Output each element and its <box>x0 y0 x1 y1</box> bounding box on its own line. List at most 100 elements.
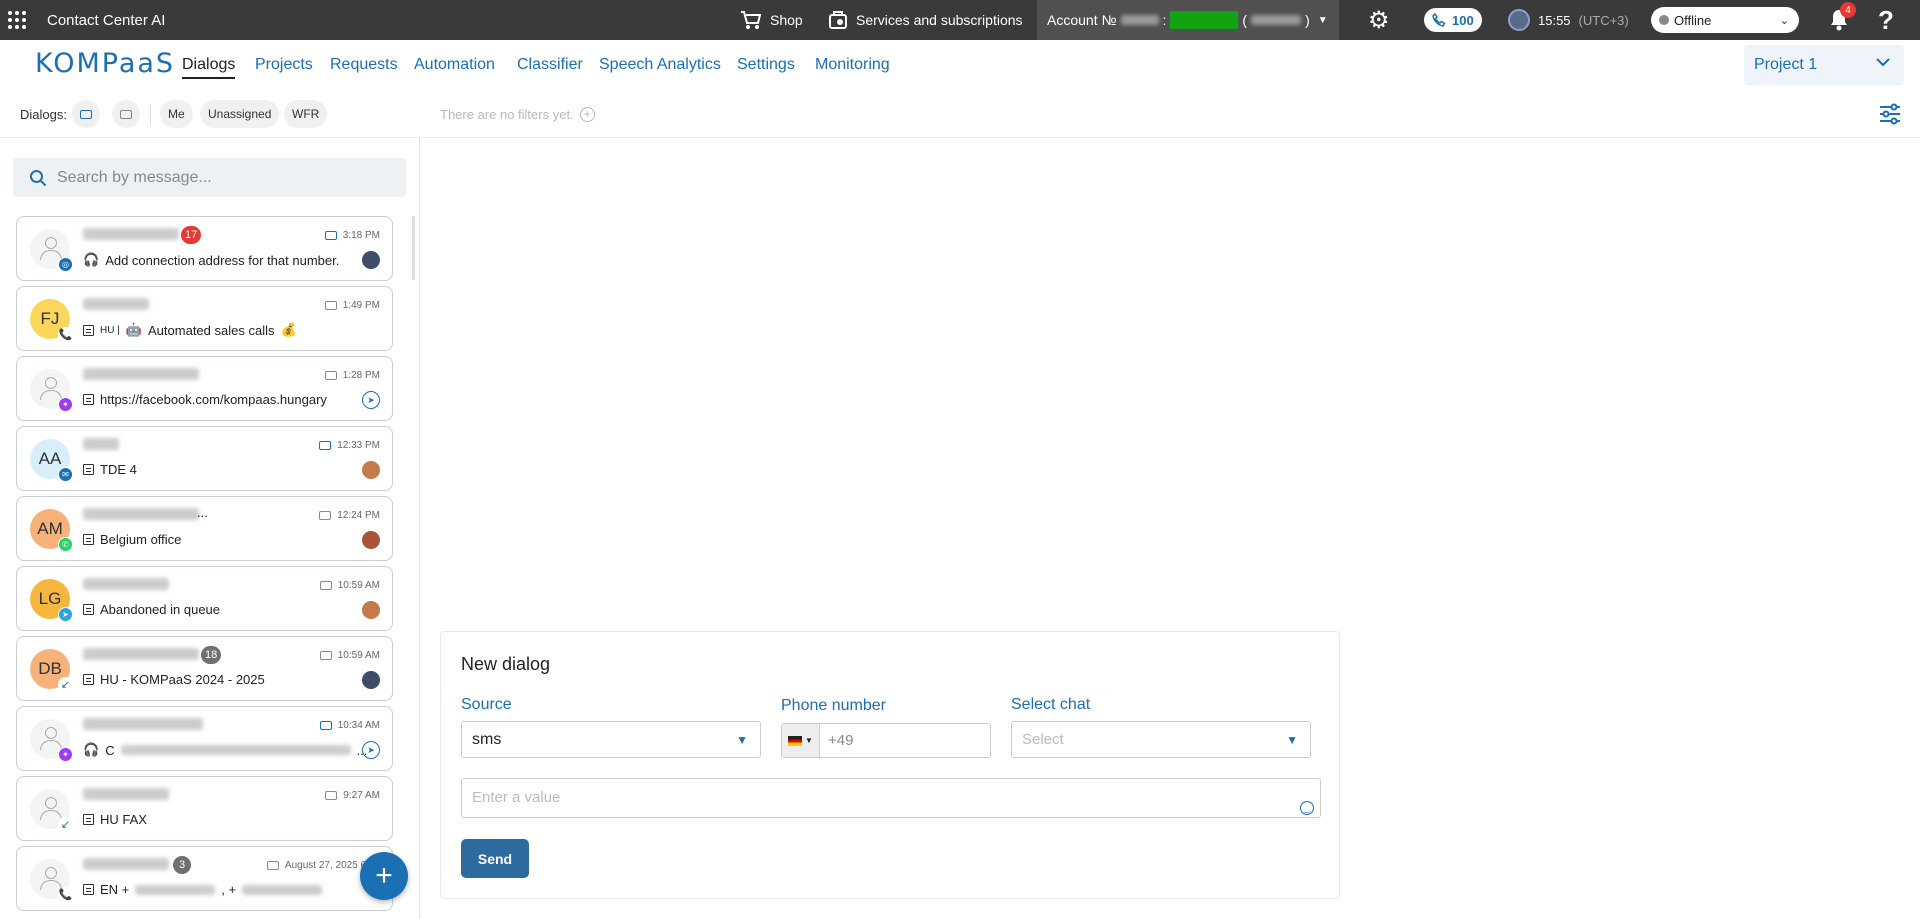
agent-avatar <box>362 461 380 479</box>
search-box[interactable] <box>13 158 406 197</box>
chat-placeholder: Select <box>1022 731 1064 748</box>
dialog-item[interactable]: ✦ 1:28 PM https://facebook.com/kompaas.h… <box>16 356 393 421</box>
name-ellipsis: ... <box>197 505 208 520</box>
dialog-time: 12:24 PM <box>319 510 380 521</box>
contact-name-blur <box>83 368 199 380</box>
dialog-item[interactable]: LG ➤ 10:59 AM Abandoned in queue <box>16 566 393 631</box>
account-paren-close: ) <box>1305 12 1310 28</box>
dialog-item[interactable]: DB ↙ 18 10:59 AM HU - KOMPaaS 2024 - 202… <box>16 636 393 701</box>
phone-field[interactable]: ▼ <box>781 723 991 758</box>
preview-text: Belgium office <box>100 532 182 547</box>
agent-avatar <box>362 601 380 619</box>
filter-chip-unassigned[interactable]: Unassigned <box>200 100 280 128</box>
dialog-preview: 🎧 Add connection address for that number. <box>83 252 339 268</box>
send-button[interactable]: Send <box>461 839 529 878</box>
nav-projects[interactable]: Projects <box>255 56 313 74</box>
source-label: Source <box>461 696 512 713</box>
search-input[interactable] <box>57 168 397 187</box>
filter-settings-icon[interactable] <box>1878 100 1902 128</box>
bell-icon[interactable]: 4 <box>1828 0 1856 40</box>
status-value: Offline <box>1674 12 1712 28</box>
preview-blur <box>242 884 323 895</box>
smile-icon[interactable]: ‿ <box>1300 801 1314 815</box>
message-icon <box>324 231 337 240</box>
nav-automation[interactable]: Automation <box>414 56 495 74</box>
clock-time: 15:55 <box>1538 12 1571 28</box>
time-text: 10:59 AM <box>337 580 380 591</box>
timezone[interactable]: 15:55 (UTC+3) <box>1508 0 1629 40</box>
dialog-time: 9:27 AM <box>325 790 380 801</box>
apps-grid-icon[interactable] <box>8 0 28 40</box>
services-icon <box>829 11 847 29</box>
headset-icon: 🎧 <box>83 742 100 757</box>
utc-offset: (UTC+3) <box>1578 12 1629 28</box>
account-separator: : <box>1162 12 1167 28</box>
filter-chip-wfr[interactable]: WFR <box>284 100 328 128</box>
agent-avatar <box>362 251 380 269</box>
dialog-item[interactable]: FJ 📞 1:49 PM HU | 🤖 Automated sales calls 💰 <box>16 286 393 351</box>
contact-name-blur <box>83 298 149 310</box>
dialog-item[interactable]: AM ✆ ... 12:24 PM Belgium office <box>16 496 393 561</box>
unread-badge: 17 <box>181 226 202 244</box>
unread-badge: 3 <box>173 856 191 874</box>
chevron-down-icon: ▼ <box>1317 14 1328 26</box>
dialog-preview: Abandoned in queue <box>83 602 220 617</box>
closed-dialogs-filter-icon[interactable] <box>112 100 140 128</box>
project-select[interactable]: Project 1 <box>1744 45 1904 85</box>
status-select[interactable]: Offline ⌄ <box>1651 7 1799 33</box>
active-dialogs-filter-icon[interactable] <box>72 100 100 128</box>
country-select[interactable]: ▼ <box>782 724 820 757</box>
document-icon <box>83 534 94 545</box>
message-field[interactable]: ‿ <box>461 778 1321 818</box>
nav-settings[interactable]: Settings <box>737 56 795 74</box>
services-link[interactable]: Services and subscriptions <box>828 0 1023 40</box>
contact-name-blur <box>83 788 169 800</box>
chat-select[interactable]: Select ▼ <box>1011 721 1311 758</box>
source-select[interactable]: sms ▼ <box>461 721 761 758</box>
dialog-preview: 🎧 C... <box>83 742 367 758</box>
dialog-preview: https://facebook.com/kompaas.hungary <box>83 392 327 407</box>
phone-call-icon: 📞 <box>58 887 73 902</box>
dialog-item[interactable]: ✦ 10:34 AM 🎧 C... ➤ <box>16 706 393 771</box>
document-icon <box>83 884 94 895</box>
dialog-item[interactable]: AA ✉ 12:33 PM TDE 4 <box>16 426 393 491</box>
dialog-item[interactable]: ◎ 17 3:18 PM 🎧 Add connection address for… <box>16 216 393 281</box>
cart-icon <box>741 11 762 29</box>
gear-icon[interactable]: ⚙ <box>1368 0 1390 40</box>
filter-chip-me[interactable]: Me <box>160 100 193 128</box>
money-bag-icon: 💰 <box>280 322 297 337</box>
calls-counter[interactable]: 100 <box>1424 8 1482 32</box>
message-input[interactable] <box>462 779 1262 815</box>
email-channel-icon: ✉ <box>58 467 73 482</box>
shop-link[interactable]: Shop <box>740 0 803 40</box>
flag-de-icon <box>788 735 803 746</box>
preview-text: HU FAX <box>100 812 147 827</box>
preview-prefix: C <box>105 742 115 758</box>
nav-speech-analytics[interactable]: Speech Analytics <box>599 56 721 74</box>
new-dialog-plus-icon[interactable]: + <box>360 852 408 900</box>
chevron-down-icon: ▼ <box>805 736 813 745</box>
dialog-item[interactable]: ↙ 9:27 AM HU FAX <box>16 776 393 841</box>
document-icon <box>83 394 94 405</box>
account-paren-open: ( <box>1242 12 1248 28</box>
top-bar: Contact Center AI Shop Services and subs… <box>0 0 1920 40</box>
dialog-list-panel: ◎ 17 3:18 PM 🎧 Add connection address for… <box>0 138 420 919</box>
help-icon[interactable]: ? <box>1878 0 1894 40</box>
nav-classifier[interactable]: Classifier <box>517 56 583 74</box>
filter-bar: Dialogs: Me Unassigned WFR There are no … <box>0 94 1920 138</box>
phone-label: Phone number <box>781 697 886 714</box>
unread-badge: 18 <box>201 646 222 664</box>
nav-requests[interactable]: Requests <box>330 56 398 74</box>
nav-monitoring[interactable]: Monitoring <box>815 56 890 74</box>
nav-dialogs[interactable]: Dialogs <box>182 56 236 79</box>
phone-input[interactable] <box>820 732 980 749</box>
dialog-time: 1:49 PM <box>324 300 380 311</box>
dialog-preview: HU | 🤖 Automated sales calls 💰 <box>83 322 297 338</box>
time-text: 1:28 PM <box>342 370 380 381</box>
dialog-item[interactable]: 📞 3 August 27, 2025 6:43 EN +, + <box>16 846 393 911</box>
add-filter-icon[interactable]: + <box>579 106 595 122</box>
contact-name-blur <box>83 228 179 240</box>
account-selector[interactable]: Account № : () ▼ <box>1037 0 1339 40</box>
list-scrollbar[interactable] <box>412 216 415 280</box>
time-text: 12:33 PM <box>337 440 380 451</box>
